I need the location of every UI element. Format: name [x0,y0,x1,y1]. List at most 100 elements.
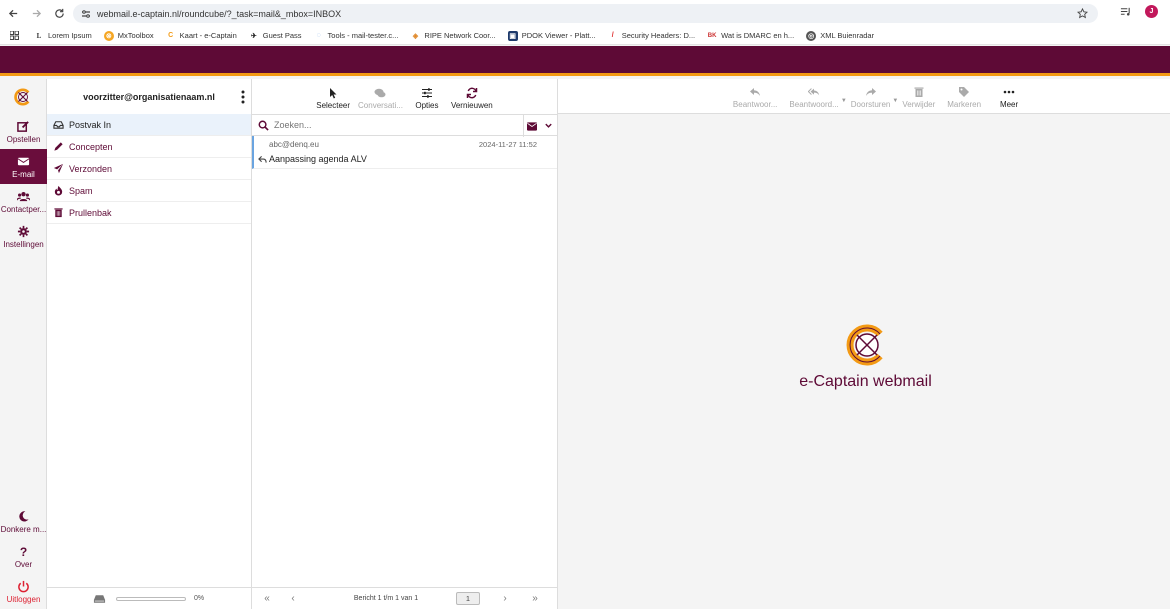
site-settings-icon[interactable] [81,9,91,19]
next-page-icon[interactable]: › [498,592,512,606]
bookmark-lorem-ipsum[interactable]: L Lorem Ipsum [34,31,92,41]
tag-icon [959,87,970,97]
folder-trash-label: Prullenbak [69,207,112,218]
nav-compose[interactable]: Opstellen [0,114,47,149]
nav-settings[interactable]: Instellingen [0,219,47,254]
power-icon [18,580,29,592]
refresh-button[interactable]: Vernieuwen [451,87,493,110]
search-input[interactable] [274,120,514,130]
hard-drive-icon [93,594,106,603]
nav-email[interactable]: E-mail [0,149,47,184]
guest-pass-icon: ✈ [250,32,257,40]
pagination-bar: « ‹ Bericht 1 t/m 1 van 1 1 › » [252,587,558,609]
apps-grid-icon[interactable] [6,28,22,44]
nav-settings-label: Instellingen [3,239,44,249]
bookmark-guest-pass[interactable]: ✈ Guest Pass [249,31,302,41]
options-button[interactable]: Opties [411,87,443,110]
bookmark-star-icon[interactable] [1077,8,1088,19]
nav-logout[interactable]: Uitloggen [0,574,47,609]
previous-page-icon[interactable]: ‹ [286,592,300,606]
mark-button[interactable]: Markeren [947,86,981,109]
folder-inbox[interactable]: Postvak In [47,114,251,136]
bookmarks-bar: L Lorem Ipsum ⊗ MxToolbox C Kaart - e-Capta… [0,27,1170,45]
chevron-down-icon[interactable]: ▼ [892,98,898,104]
moon-icon [19,510,29,522]
bookmark-security-headers[interactable]: / Security Headers: D... [608,31,695,41]
search-scope-button[interactable] [523,115,537,137]
folder-pane: voorzitter@organisatienaam.nl Postvak In… [47,79,252,609]
quota-footer: 0% [47,587,252,609]
bookmark-buienradar[interactable]: ◎ XML Buienradar [806,30,874,41]
nav-about[interactable]: ? Over [0,539,47,574]
ecaptain-icon: C [168,32,174,39]
bookmark-mxtoolbox[interactable]: ⊗ MxToolbox [103,30,154,41]
bookmark-pdok[interactable]: ▣ PDOK Viewer - Platt... [507,30,596,41]
folder-spam[interactable]: Spam [47,180,251,202]
svg-text:?: ? [20,545,27,558]
trash-icon [914,87,924,97]
bookmark-mail-tester[interactable]: ◌ Tools - mail-tester.c... [314,31,398,41]
account-header: voorzitter@organisatienaam.nl [47,79,251,114]
ecaptain-logo[interactable] [0,79,46,114]
folder-trash[interactable]: Prullenbak [47,202,251,224]
account-email: voorzitter@organisatienaam.nl [83,91,215,102]
last-page-icon[interactable]: » [528,592,542,606]
comments-icon [374,88,386,98]
cursor-icon [330,88,337,99]
nav-rail: Opstellen E-mail Contactper... Instellin… [0,79,47,609]
first-page-icon[interactable]: « [260,592,274,606]
nav-dark-mode[interactable]: Donkere m... [0,504,47,539]
select-button[interactable]: Selecteer [316,87,350,110]
delete-button[interactable]: Verwijder [902,86,935,109]
more-vertical-icon[interactable] [241,90,245,104]
buienradar-icon: ◎ [806,30,817,41]
reply-all-button[interactable]: Beantwoord... ▼ [789,86,847,109]
chevron-down-icon[interactable] [544,121,553,130]
threads-button[interactable]: Conversati... [358,87,403,110]
message-list-pane: Selecteer Conversati... Opties Vernieuwe… [252,79,558,609]
reload-button[interactable] [49,4,69,24]
question-icon: ? [20,545,27,558]
folder-sent[interactable]: Verzonden [47,158,251,180]
inbox-icon [53,121,64,129]
trash-icon [54,208,63,218]
forward-button[interactable] [26,4,46,24]
lorem-icon: L [36,31,42,40]
media-control-icon[interactable] [1120,6,1131,17]
nav-dark-mode-label: Donkere m... [0,524,47,534]
nav-about-label: Over [14,559,33,569]
nav-logout-label: Uitloggen [6,594,41,604]
folder-drafts[interactable]: Concepten [47,136,251,158]
contacts-icon [17,191,30,201]
nav-contacts[interactable]: Contactper... [0,184,47,219]
envelope-icon [527,121,537,131]
ripe-icon: ◈ [412,32,419,40]
back-button[interactable] [3,4,23,24]
sliders-icon [421,88,432,98]
search-icon[interactable] [258,120,269,131]
arrow-left-icon [8,9,17,18]
mxtoolbox-icon: ⊗ [103,30,114,41]
more-button[interactable]: Meer [993,86,1025,109]
bookmark-dmarc[interactable]: BK Wat is DMARC en h... [707,31,794,41]
bookmark-kaart-ecaptain[interactable]: C Kaart - e-Captain [166,31,237,41]
pagination-text: Bericht 1 t/m 1 van 1 [353,595,419,602]
bookmark-ripe[interactable]: ◈ RIPE Network Coor... [410,31,496,41]
folder-sent-label: Verzonden [69,163,113,174]
message-toolbar: Beantwoor... Beantwoord... ▼ Doorsturen … [558,79,1170,114]
reply-button[interactable]: Beantwoor... [733,86,777,109]
chevron-down-icon[interactable]: ▼ [841,98,847,104]
quota-text: 0% [194,595,205,602]
brand-text: e-Captain webmail [799,373,932,390]
fire-icon [54,185,63,196]
message-subject: Aanpassing agenda ALV [269,154,367,164]
message-row[interactable]: abc@denq.eu 2024-11-27 11:52 Aanpassing … [252,136,557,169]
arrow-right-icon [32,9,41,18]
profile-avatar[interactable]: J [1145,5,1158,18]
forward-button[interactable]: Doorsturen ▼ [851,86,898,109]
url-text: webmail.e-captain.nl/roundcube/?_task=ma… [97,8,342,19]
paper-plane-icon [53,163,64,174]
gear-icon [17,225,30,237]
address-bar[interactable]: webmail.e-captain.nl/roundcube/?_task=ma… [73,4,1098,23]
page-number-input[interactable]: 1 [456,592,480,605]
